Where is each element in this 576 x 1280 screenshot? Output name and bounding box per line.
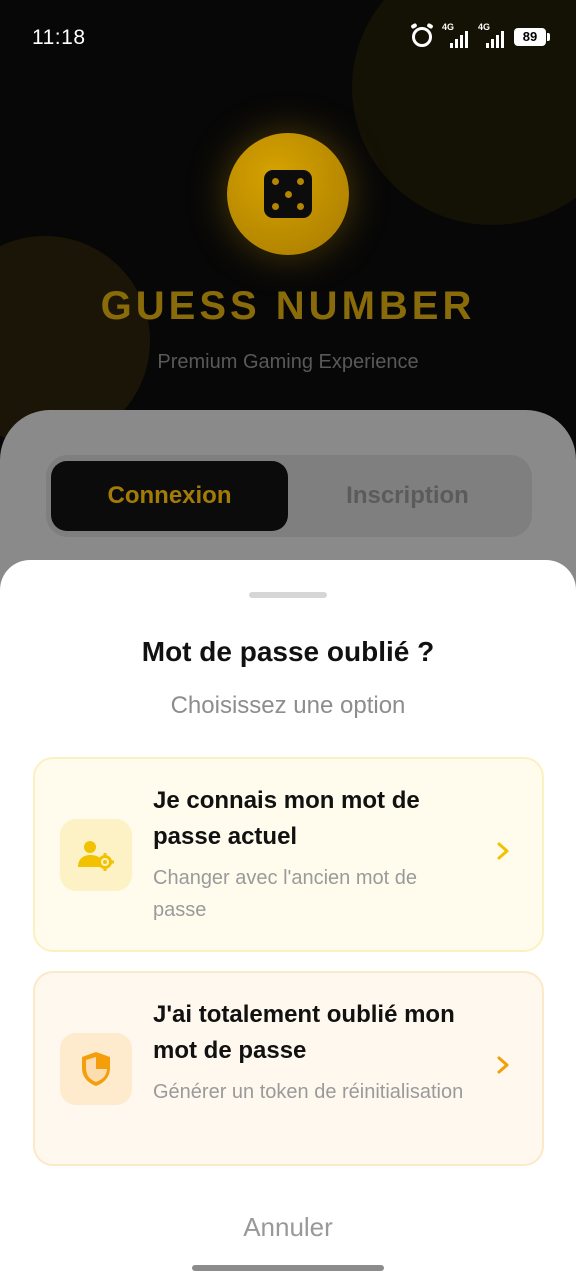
tab-login[interactable]: Connexion <box>51 461 288 531</box>
signal-icon: 4G <box>478 22 504 48</box>
status-bar: 11:18 4G 4G 89 <box>0 0 576 76</box>
shield-icon <box>60 1033 132 1105</box>
user-gear-icon <box>60 819 132 891</box>
chevron-right-icon <box>497 1056 509 1074</box>
cancel-button[interactable]: Annuler <box>0 1212 576 1243</box>
auth-tabs: Connexion Inscription <box>46 455 532 537</box>
status-time: 11:18 <box>32 26 86 49</box>
status-icons: 4G 4G 89 <box>412 22 550 48</box>
option-know-password[interactable]: Je connais mon mot de passe actuel Chang… <box>33 757 544 952</box>
alarm-icon <box>412 27 432 47</box>
option-forgot-password[interactable]: J'ai totalement oublié mon mot de passe … <box>33 971 544 1166</box>
signal-icon: 4G <box>442 22 468 48</box>
sheet-title: Mot de passe oublié ? <box>141 636 435 667</box>
home-indicator[interactable] <box>192 1265 384 1271</box>
chevron-right-icon <box>497 842 509 860</box>
app-logo <box>227 133 349 255</box>
app-subtitle: Premium Gaming Experience <box>157 351 419 373</box>
option-title: Je connais mon mot de passe actuel <box>153 787 420 850</box>
drag-handle[interactable] <box>249 592 327 598</box>
option-description: Changer avec l'ancien mot de passe <box>153 867 417 921</box>
sheet-subtitle: Choisissez une option <box>170 692 406 719</box>
battery-icon: 89 <box>514 28 550 46</box>
app-title: GUESS NUMBER <box>100 284 476 328</box>
option-title: J'ai totalement oublié mon mot de passe <box>153 1001 455 1064</box>
forgot-password-sheet: Mot de passe oublié ? Choisissez une opt… <box>0 560 576 1280</box>
option-description: Générer un token de réinitialisation <box>153 1081 464 1103</box>
dice-icon <box>264 170 312 218</box>
tab-register[interactable]: Inscription <box>289 461 526 531</box>
